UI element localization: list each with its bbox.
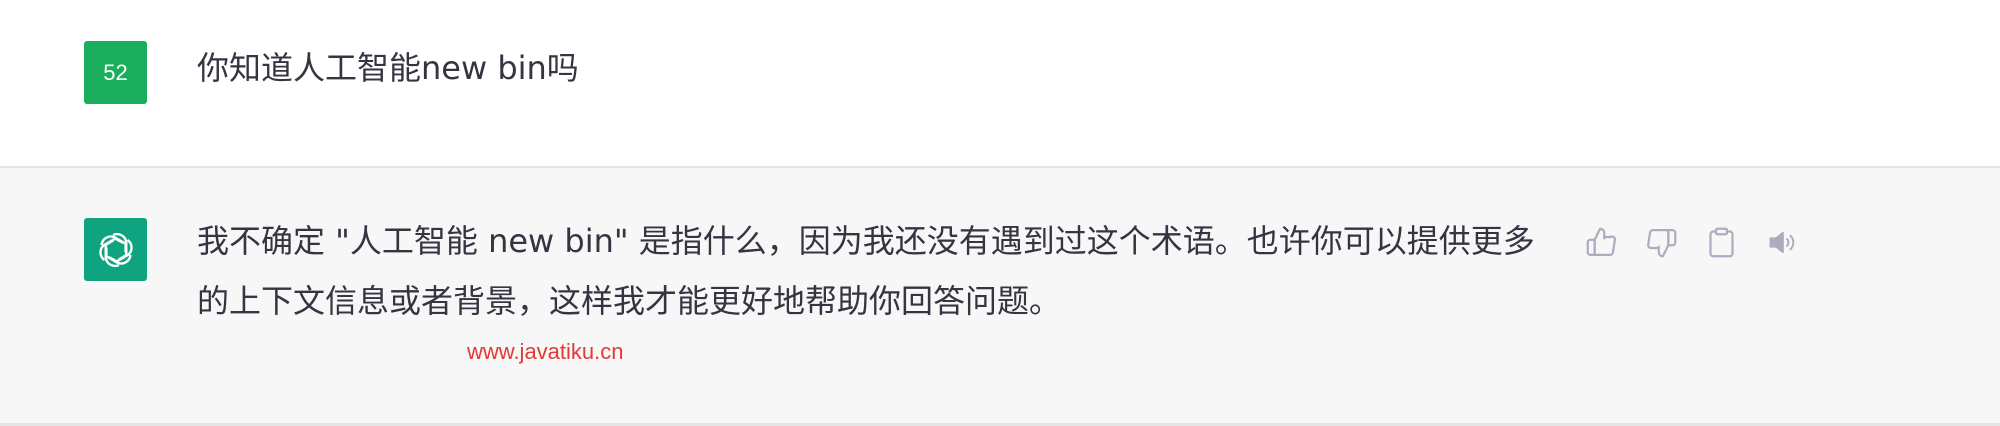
user-message-row: 52 你知道人工智能new bin吗 — [0, 0, 2000, 168]
assistant-message-text: 我不确定 "人工智能 new bin" 是指什么，因为我还没有遇到过这个术语。也… — [197, 222, 1535, 320]
watermark-text: www.javatiku.cn — [467, 339, 624, 364]
assistant-message-row: 我不确定 "人工智能 new bin" 是指什么，因为我还没有遇到过这个术语。也… — [0, 168, 2000, 426]
read-aloud-button[interactable] — [1765, 226, 1798, 259]
user-avatar-label: 52 — [103, 59, 128, 85]
message-actions — [1585, 226, 1798, 259]
thumbs-down-icon — [1647, 229, 1677, 258]
thumbs-down-button[interactable] — [1645, 226, 1678, 259]
thumbs-up-icon — [1586, 227, 1617, 256]
chat-thread: 52 你知道人工智能new bin吗 我不确定 "人工智能 new bin" 是… — [0, 0, 2000, 426]
assistant-avatar — [84, 218, 147, 281]
copy-button[interactable] — [1705, 226, 1738, 259]
clipboard-icon — [1709, 227, 1734, 258]
user-message-text: 你知道人工智能new bin吗 — [197, 49, 579, 87]
speaker-icon — [1769, 231, 1795, 254]
thumbs-up-button[interactable] — [1585, 226, 1618, 259]
user-avatar: 52 — [84, 41, 147, 104]
openai-logo-icon — [98, 232, 133, 267]
